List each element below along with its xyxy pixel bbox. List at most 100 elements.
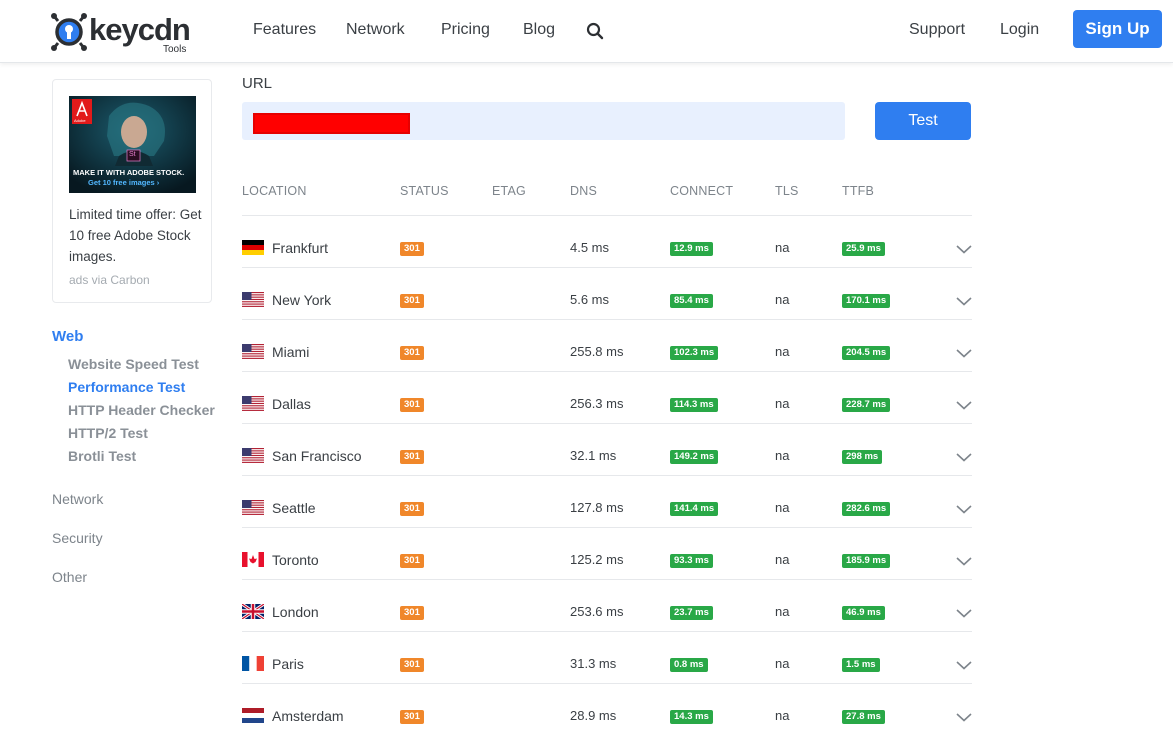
ad-image-subline: Get 10 free images › — [88, 178, 160, 187]
nav-network[interactable]: Network — [346, 21, 405, 39]
row-divider — [242, 267, 972, 268]
location-cell: Seattle — [272, 500, 316, 516]
tls-cell: na — [775, 604, 790, 619]
chevron-down-icon[interactable] — [955, 659, 973, 671]
flag-ca-icon — [242, 552, 264, 567]
row-divider — [242, 527, 972, 528]
sidebar-item-http-header-checker[interactable]: HTTP Header Checker — [68, 402, 215, 418]
nav-support[interactable]: Support — [909, 21, 965, 39]
flag-us-icon — [242, 396, 264, 411]
location-cell: Amsterdam — [272, 708, 344, 724]
ttfb-badge: 228.7 ms — [842, 398, 891, 412]
chevron-down-icon[interactable] — [955, 555, 973, 567]
column-header-ttfb: TTFB — [842, 184, 875, 198]
column-header-status: STATUS — [400, 184, 449, 198]
sidebar-category-other[interactable]: Other — [52, 569, 87, 585]
ttfb-badge: 25.9 ms — [842, 242, 885, 256]
ad-text[interactable]: Limited time offer: Get 10 free Adobe St… — [69, 204, 203, 267]
chevron-down-icon[interactable] — [955, 295, 973, 307]
chevron-down-icon[interactable] — [955, 503, 973, 515]
sidebar-category-security[interactable]: Security — [52, 530, 103, 546]
flag-de-icon — [242, 240, 264, 255]
sidebar-item-performance-test[interactable]: Performance Test — [68, 379, 185, 395]
location-cell: Frankfurt — [272, 240, 329, 256]
search-icon[interactable] — [586, 22, 604, 40]
row-divider — [242, 579, 972, 580]
chevron-down-icon[interactable] — [955, 711, 973, 723]
status-badge: 301 — [400, 450, 424, 464]
row-divider — [242, 371, 972, 372]
column-header-dns: DNS — [570, 184, 597, 198]
ttfb-badge: 27.8 ms — [842, 710, 885, 724]
sidebar-item-http2-test[interactable]: HTTP/2 Test — [68, 425, 148, 441]
flag-nl-icon — [242, 708, 264, 723]
connect-badge: 23.7 ms — [670, 606, 713, 620]
flag-gb-icon — [242, 604, 264, 619]
location-cell: London — [272, 604, 319, 620]
sidebar-item-website-speed-test[interactable]: Website Speed Test — [68, 356, 199, 372]
location-cell: Dallas — [272, 396, 311, 412]
sidebar-category-network[interactable]: Network — [52, 491, 103, 507]
row-divider — [242, 683, 972, 684]
tls-cell: na — [775, 448, 790, 463]
flag-us-icon — [242, 500, 264, 515]
ad-image-headline: MAKE IT WITH ADOBE STOCK. — [73, 168, 185, 177]
tls-cell: na — [775, 552, 790, 567]
chevron-down-icon[interactable] — [955, 347, 973, 359]
location-cell: Miami — [272, 344, 310, 360]
sidebar-category-web[interactable]: Web — [52, 328, 83, 345]
connect-badge: 85.4 ms — [670, 294, 713, 308]
ttfb-badge: 170.1 ms — [842, 294, 891, 308]
row-divider — [242, 475, 972, 476]
nav-login[interactable]: Login — [1000, 21, 1039, 39]
sidebar-item-brotli-test[interactable]: Brotli Test — [68, 448, 136, 464]
dns-cell: 5.6 ms — [570, 292, 610, 307]
connect-badge: 141.4 ms — [670, 502, 719, 516]
location-cell: New York — [272, 292, 332, 308]
url-label: URL — [242, 75, 273, 92]
nav-pricing[interactable]: Pricing — [441, 21, 490, 39]
dns-cell: 253.6 ms — [570, 604, 624, 619]
chevron-down-icon[interactable] — [955, 451, 973, 463]
status-badge: 301 — [400, 346, 424, 360]
tls-cell: na — [775, 656, 790, 671]
tls-cell: na — [775, 240, 790, 255]
ttfb-badge: 185.9 ms — [842, 554, 891, 568]
carbon-ad-card: Adobe St MAKE IT WITH ADOBE STOCK. Get 1… — [52, 79, 212, 303]
connect-badge: 149.2 ms — [670, 450, 719, 464]
chevron-down-icon[interactable] — [955, 399, 973, 411]
nav-blog[interactable]: Blog — [523, 21, 555, 39]
chevron-down-icon[interactable] — [955, 607, 973, 619]
tls-cell: na — [775, 396, 790, 411]
keycdn-logo[interactable]: keycdn Tools — [51, 10, 191, 56]
ttfb-badge: 46.9 ms — [842, 606, 885, 620]
dns-cell: 125.2 ms — [570, 552, 624, 567]
logo-wordmark: keycdn — [89, 12, 191, 47]
tls-cell: na — [775, 292, 790, 307]
table-row[interactable]: Amsterdam 301 28.9 ms 14.3 ms na 27.8 ms — [242, 691, 972, 734]
location-cell: San Francisco — [272, 448, 362, 464]
redacted-url-overlay — [253, 113, 410, 134]
ttfb-badge: 298 ms — [842, 450, 883, 464]
row-divider — [242, 319, 972, 320]
row-divider — [242, 631, 972, 632]
connect-badge: 0.8 ms — [670, 658, 708, 672]
chevron-down-icon[interactable] — [955, 243, 973, 255]
ad-image[interactable]: Adobe St MAKE IT WITH ADOBE STOCK. Get 1… — [69, 96, 196, 193]
flag-us-icon — [242, 448, 264, 463]
status-badge: 301 — [400, 502, 424, 516]
status-badge: 301 — [400, 294, 424, 308]
status-badge: 301 — [400, 554, 424, 568]
dns-cell: 127.8 ms — [570, 500, 624, 515]
ad-via-carbon[interactable]: ads via Carbon — [69, 273, 150, 287]
sign-up-button[interactable]: Sign Up — [1073, 10, 1162, 48]
nav-features[interactable]: Features — [253, 21, 316, 39]
flag-us-icon — [242, 344, 264, 359]
test-button[interactable]: Test — [875, 102, 971, 140]
tls-cell: na — [775, 344, 790, 359]
status-badge: 301 — [400, 398, 424, 412]
tls-cell: na — [775, 708, 790, 723]
column-header-tls: TLS — [775, 184, 799, 198]
dns-cell: 31.3 ms — [570, 656, 617, 671]
column-header-location: LOCATION — [242, 184, 307, 198]
